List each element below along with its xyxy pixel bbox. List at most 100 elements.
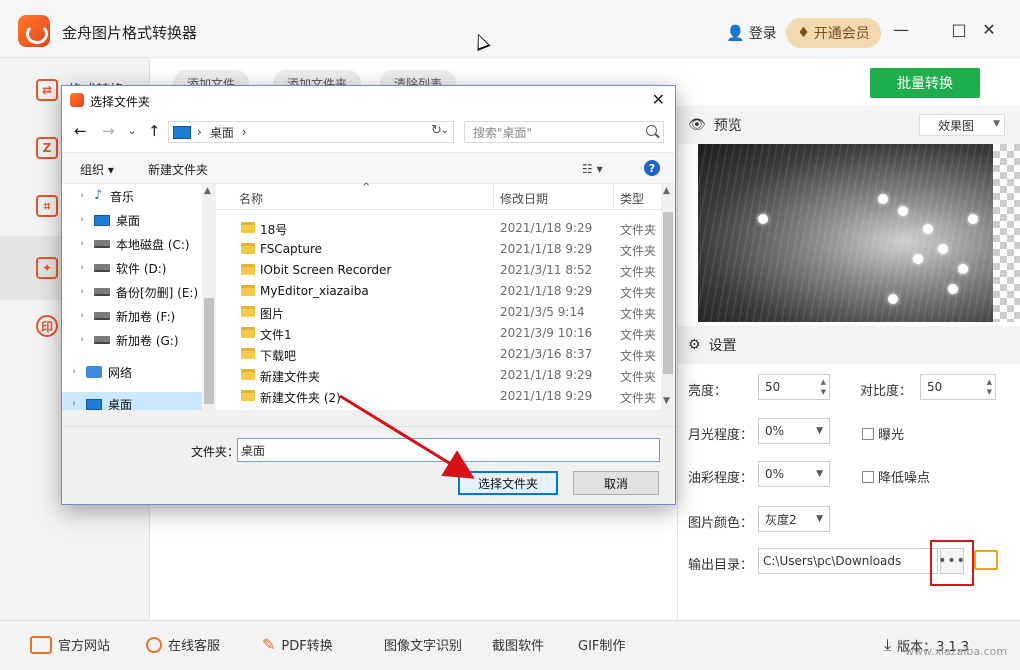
scroll-up-icon[interactable]: ▲ (204, 186, 211, 196)
select-folder-button[interactable]: 选择文件夹 (458, 471, 558, 495)
back-arrow-icon[interactable]: ← (74, 122, 87, 140)
file-row[interactable]: 新建文件夹 2021/1/18 9:29 文件夹 (217, 365, 661, 386)
drive-icon (94, 288, 110, 296)
navigation-tree: › ♪ 音乐 › 桌面 › 本地磁盘 (C:) › 软件 (D:) › 备份[勿删] (E:… (62, 184, 216, 426)
tree-item[interactable]: › 本地磁盘 (C:) (62, 232, 202, 256)
column-name[interactable]: 名称 (239, 190, 263, 207)
expand-arrow-icon[interactable]: › (76, 215, 88, 225)
search-input[interactable]: 搜索"桌面" (464, 121, 664, 143)
vip-button[interactable]: ♦ 开通会员 (786, 18, 881, 48)
contrast-label: 对比度： (860, 384, 913, 399)
tree-label: 备份[勿删] (E:) (116, 285, 199, 300)
file-row[interactable]: 文件1 2021/3/9 10:16 文件夹 (217, 323, 661, 344)
footer-screenshot[interactable]: 截图软件 (492, 635, 544, 654)
file-row[interactable]: 下载吧 2021/3/16 8:37 文件夹 (217, 344, 661, 365)
file-row[interactable]: 图片 2021/3/5 9:14 文件夹 (217, 302, 661, 323)
organize-button[interactable]: 组织 ▾ (80, 161, 114, 178)
tree-item[interactable]: › ♪ 音乐 (62, 184, 202, 208)
scroll-up-icon[interactable]: ▲ (663, 186, 670, 196)
footer-official-site[interactable]: 官方网站 (30, 635, 110, 654)
expand-arrow-icon[interactable]: › (76, 239, 88, 249)
footer-online-support[interactable]: 在线客服 (146, 635, 220, 654)
cancel-button[interactable]: 取消 (573, 471, 659, 495)
network-icon (86, 366, 102, 378)
close-button[interactable]: ✕ (980, 20, 998, 39)
tree-item[interactable]: › 桌面 (62, 208, 202, 232)
file-row[interactable]: 18号 2021/1/18 9:29 文件夹 (217, 218, 661, 239)
column-divider[interactable] (493, 184, 494, 210)
column-divider[interactable] (613, 184, 614, 210)
exposure-checkbox[interactable]: 曝光 (862, 424, 904, 443)
breadcrumb[interactable]: 桌面 (210, 124, 234, 141)
output-path-field[interactable]: C:\Users\pc\Downloads (758, 548, 938, 574)
tree-label: 网络 (108, 365, 133, 380)
denoise-label: 降低噪点 (878, 471, 931, 486)
tree-item[interactable]: › 网络 (62, 360, 202, 384)
flower-mark (948, 284, 958, 294)
file-name: 文件1 (260, 328, 292, 342)
login-button[interactable]: 👤 登录 (726, 23, 777, 43)
file-date: 2021/1/18 9:29 (500, 221, 593, 235)
maximize-button[interactable]: □ (950, 20, 968, 39)
minimize-button[interactable]: — (892, 20, 910, 39)
column-date[interactable]: 修改日期 (500, 190, 548, 207)
drive-icon (94, 312, 110, 320)
contrast-stepper[interactable]: 50 (920, 374, 996, 400)
footer-ocr[interactable]: 图像文字识别 (384, 635, 462, 654)
folder-input[interactable]: 桌面 (237, 438, 660, 462)
forward-arrow-icon[interactable]: → (102, 122, 115, 140)
scroll-thumb[interactable] (204, 298, 214, 404)
effect-select[interactable]: 效果图 (919, 114, 1005, 136)
tree-scrollbar[interactable]: ▲ ▼ (202, 184, 216, 426)
tree-item[interactable]: › 软件 (D:) (62, 256, 202, 280)
navigation-bar: ← → ⌄ ↑ › 桌面 › ⌄ ↻ 搜索"桌面" (62, 118, 675, 148)
refresh-icon[interactable]: ↻ (431, 123, 442, 138)
horizontal-scrollbar[interactable] (62, 410, 675, 426)
view-options-icon[interactable]: ☷ ▾ (582, 162, 603, 176)
oil-select[interactable]: 0% (758, 461, 830, 487)
file-type: 文件夹 (620, 391, 657, 405)
column-type[interactable]: 类型 (620, 190, 644, 207)
expand-arrow-icon[interactable]: › (68, 399, 80, 409)
open-folder-icon[interactable] (974, 550, 998, 570)
expand-arrow-icon[interactable]: › (76, 287, 88, 297)
footer-pdf-convert[interactable]: ✎ PDF转换 (262, 635, 333, 654)
expand-arrow-icon[interactable]: › (68, 367, 80, 377)
login-label: 登录 (748, 26, 777, 42)
watermark-text: www.xiazaiba.com (905, 645, 1008, 658)
scroll-down-icon[interactable]: ▼ (663, 396, 670, 406)
recent-chevron-icon[interactable]: ⌄ (128, 126, 136, 137)
footer-gif[interactable]: GIF制作 (578, 635, 625, 654)
new-folder-button[interactable]: 新建文件夹 (148, 161, 208, 178)
moonlight-label: 月光程度： (688, 428, 754, 443)
folder-icon (241, 285, 255, 296)
expand-arrow-icon[interactable]: › (76, 311, 88, 321)
preview-header: 👁 预览 效果图 (678, 106, 1020, 144)
up-arrow-icon[interactable]: ↑ (148, 122, 161, 140)
address-bar[interactable]: › 桌面 › ⌄ (168, 121, 454, 143)
file-row[interactable]: IObit Screen Recorder 2021/3/11 8:52 文件夹 (217, 260, 661, 281)
drive-icon (94, 336, 110, 344)
expand-arrow-icon[interactable]: › (76, 191, 88, 201)
file-row[interactable]: FSCapture 2021/1/18 9:29 文件夹 (217, 239, 661, 260)
denoise-checkbox[interactable]: 降低噪点 (862, 467, 930, 486)
brightness-stepper[interactable]: 50 (758, 374, 830, 400)
batch-convert-button[interactable]: 批量转换 (870, 68, 980, 98)
scroll-thumb[interactable] (663, 212, 673, 374)
tree-item[interactable]: › 新加卷 (G:) (62, 328, 202, 352)
file-name: 新建文件夹 (2) (260, 391, 341, 405)
moonlight-select[interactable]: 0% (758, 418, 830, 444)
file-row[interactable]: MyEditor_xiazaiba 2021/1/18 9:29 文件夹 (217, 281, 661, 302)
footer-label: 官方网站 (58, 639, 111, 654)
file-type: 文件夹 (620, 265, 657, 279)
help-icon[interactable]: ? (644, 160, 660, 176)
file-date: 2021/3/9 10:16 (500, 326, 593, 340)
color-select[interactable]: 灰度2 (758, 506, 830, 532)
expand-arrow-icon[interactable]: › (76, 263, 88, 273)
dialog-close-button[interactable]: ✕ (652, 90, 665, 109)
file-row[interactable]: 新建文件夹 (2) 2021/1/18 9:29 文件夹 (217, 386, 661, 407)
tree-item[interactable]: › 备份[勿删] (E:) (62, 280, 202, 304)
tree-item[interactable]: › 新加卷 (F:) (62, 304, 202, 328)
list-scrollbar[interactable]: ▲ ▼ (661, 184, 675, 410)
expand-arrow-icon[interactable]: › (76, 335, 88, 345)
